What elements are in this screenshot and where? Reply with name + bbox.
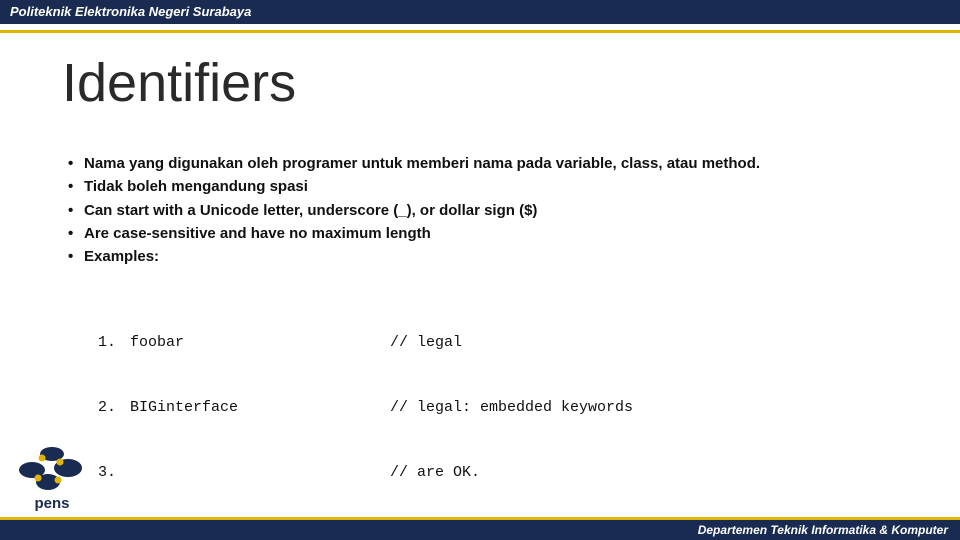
example-row: 3. // are OK. [98,462,669,484]
bullet-item: Examples: [68,245,900,268]
slide-title: Identifiers [62,52,296,114]
header-org: Politeknik Elektronika Negeri Surabaya [10,4,251,19]
pens-logo: pens [10,440,94,516]
example-row: 2.BIGinterface// legal: embedded keyword… [98,397,669,419]
example-num: 1. [98,332,130,354]
example-id [130,462,390,484]
bullet-item: Can start with a Unicode letter, undersc… [68,199,900,222]
example-comment: // legal [390,332,462,354]
footer-dept: Departemen Teknik Informatika & Komputer [698,523,948,537]
example-comment: // legal: embedded keywords [390,397,633,419]
example-row: 1.foobar// legal [98,332,669,354]
example-id: BIGinterface [130,397,390,419]
example-num: 2. [98,397,130,419]
bullet-item: Are case-sensitive and have no maximum l… [68,222,900,245]
bullet-item: Tidak boleh mengandung spasi [68,175,900,198]
logo-text: pens [34,495,69,512]
examples-block: 1.foobar// legal 2.BIGinterface// legal:… [98,288,669,540]
example-id: foobar [130,332,390,354]
example-num: 3. [98,462,130,484]
example-comment: // are OK. [390,462,480,484]
bullet-item: Nama yang digunakan oleh programer untuk… [68,152,900,175]
footer-bar: Departemen Teknik Informatika & Komputer [0,520,960,540]
slide: Politeknik Elektronika Negeri Surabaya I… [0,0,960,540]
top-accent-rule [0,30,960,33]
bullet-list: Nama yang digunakan oleh programer untuk… [68,152,900,268]
header-bar: Politeknik Elektronika Negeri Surabaya [0,0,960,24]
